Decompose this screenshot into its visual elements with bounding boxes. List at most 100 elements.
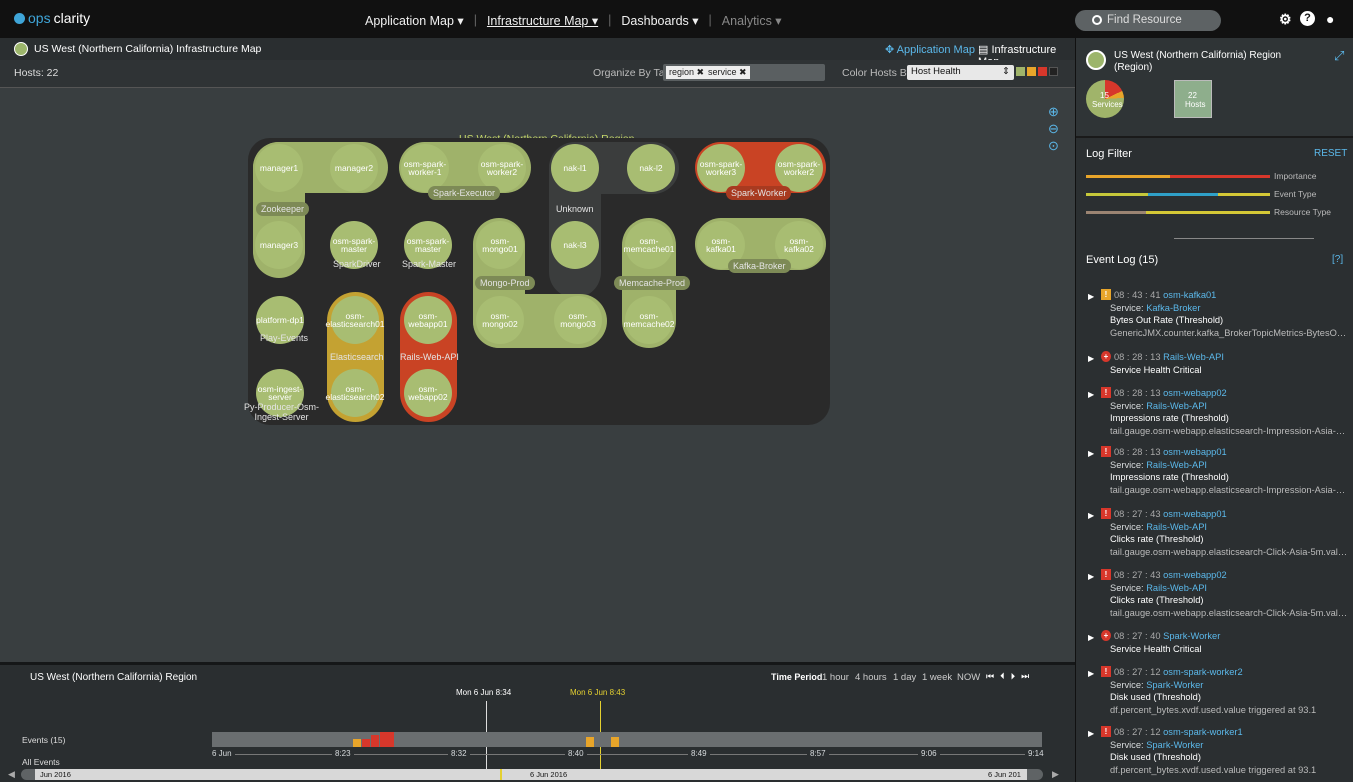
- event-type-filter-a[interactable]: [1086, 193, 1148, 196]
- events-track[interactable]: [212, 732, 1042, 747]
- event-item[interactable]: ▶ ! 08 : 27 : 43 osm-webapp02 Service: R…: [1088, 569, 1350, 619]
- host-osm-spark-worker2b[interactable]: osm-spark- worker2: [775, 144, 823, 192]
- period-4-hours[interactable]: 4 hours: [855, 672, 887, 683]
- host-osm-elasticsearch01[interactable]: osm- elasticsearch01: [325, 296, 385, 344]
- event-bar[interactable]: [353, 739, 361, 747]
- event-service-link[interactable]: Kafka-Broker: [1146, 303, 1200, 313]
- event-resource-link[interactable]: osm-webapp02: [1163, 570, 1227, 580]
- event-log-title: Event Log (15): [1086, 254, 1159, 266]
- expand-arrow-icon[interactable]: ▶: [1088, 291, 1094, 304]
- host-osm-spark-worker3[interactable]: osm-spark- worker3: [697, 144, 745, 192]
- period-now[interactable]: NOW: [957, 672, 980, 683]
- service-label: Service:: [1110, 582, 1144, 593]
- event-log-help[interactable]: [?]: [1332, 254, 1343, 265]
- expand-arrow-icon[interactable]: ▶: [1088, 571, 1094, 584]
- event-type-filter-b[interactable]: [1148, 193, 1218, 196]
- event-item[interactable]: ▶ ! 08 : 28 : 13 osm-webapp02 Service: R…: [1088, 387, 1350, 437]
- event-item[interactable]: ▶ ! 08 : 43 : 41 osm-kafka01 Service: Ka…: [1088, 289, 1350, 339]
- nav-dashboards[interactable]: Dashboards ▾: [621, 13, 698, 28]
- host-osm-memcache02[interactable]: osm- memcache02: [623, 296, 675, 344]
- event-service-link[interactable]: Spark-Worker: [1146, 740, 1203, 750]
- importance-filter-warn[interactable]: [1086, 175, 1170, 178]
- main-nav: Application Map ▾ | Infrastructure Map ▾…: [365, 13, 782, 28]
- period-1-hour[interactable]: 1 hour: [822, 672, 849, 683]
- gear-icon[interactable]: ⚙: [1279, 11, 1292, 28]
- scroll-left-icon[interactable]: ◀: [8, 769, 15, 780]
- expand-arrow-icon[interactable]: ▶: [1088, 353, 1094, 366]
- event-bar[interactable]: [362, 739, 370, 747]
- event-service-link[interactable]: Rails-Web-API: [1146, 522, 1207, 532]
- find-resource-input[interactable]: Find Resource: [1075, 10, 1221, 31]
- color-hosts-select[interactable]: Host Health ⇕: [907, 65, 1014, 80]
- event-item[interactable]: ▶ ! 08 : 27 : 12 osm-spark-worker1 Servi…: [1088, 726, 1350, 776]
- nav-analytics[interactable]: Analytics ▾: [722, 13, 782, 28]
- event-item[interactable]: ▶ ! 08 : 28 : 13 osm-webapp01 Service: R…: [1088, 446, 1350, 496]
- event-resource-link[interactable]: Rails-Web-API: [1163, 352, 1224, 362]
- host-osm-mongo01[interactable]: osm-mongo01: [476, 221, 524, 269]
- event-service-link[interactable]: Rails-Web-API: [1146, 460, 1207, 470]
- expand-arrow-icon[interactable]: ▶: [1088, 389, 1094, 402]
- event-item[interactable]: ▶ ! 08 : 27 : 12 osm-spark-worker2 Servi…: [1088, 666, 1350, 716]
- tag-chip-service[interactable]: service ✖: [705, 66, 750, 79]
- event-service-link[interactable]: Spark-Worker: [1146, 680, 1203, 690]
- user-icon[interactable]: ●: [1326, 11, 1334, 27]
- host-manager3[interactable]: manager3: [255, 221, 303, 269]
- event-resource-link[interactable]: osm-webapp01: [1163, 447, 1227, 457]
- event-item[interactable]: ▶ ! 08 : 27 : 43 osm-webapp01 Service: R…: [1088, 508, 1350, 558]
- host-manager1[interactable]: manager1: [255, 144, 303, 192]
- importance-filter-crit[interactable]: [1170, 175, 1270, 178]
- event-resource-link[interactable]: osm-spark-worker2: [1163, 667, 1243, 677]
- host-osm-elasticsearch02[interactable]: osm- elasticsearch02: [325, 369, 385, 417]
- expand-arrow-icon[interactable]: ▶: [1088, 510, 1094, 523]
- all-events-label: All Events: [22, 757, 60, 767]
- host-nak-l3[interactable]: nak-l3: [551, 221, 599, 269]
- event-resource-link[interactable]: osm-webapp01: [1163, 509, 1227, 519]
- help-icon[interactable]: ?: [1300, 11, 1315, 26]
- host-osm-spark-worker2[interactable]: osm-spark- worker2: [478, 144, 526, 192]
- expand-arrow-icon[interactable]: ▶: [1088, 632, 1094, 645]
- host-nak-l2[interactable]: nak-l2: [627, 144, 675, 192]
- event-item[interactable]: ▶ + 08 : 28 : 13 Rails-Web-API Service H…: [1088, 351, 1350, 376]
- zoom-fit-icon[interactable]: ⊙: [1048, 138, 1059, 154]
- host-osm-mongo03[interactable]: osm-mongo03: [554, 296, 602, 344]
- event-resource-link[interactable]: osm-spark-worker1: [1163, 727, 1243, 737]
- event-resource-link[interactable]: Spark-Worker: [1163, 631, 1220, 641]
- event-bar[interactable]: [380, 732, 394, 747]
- event-bar[interactable]: [371, 735, 379, 747]
- application-map-link[interactable]: ✥ Application Map: [885, 43, 975, 56]
- expand-arrow-icon[interactable]: ▶: [1088, 448, 1094, 461]
- expand-icon[interactable]: ⤢: [1334, 48, 1344, 64]
- zoom-out-icon[interactable]: ⊖: [1048, 121, 1059, 137]
- period-1-week[interactable]: 1 week: [922, 672, 952, 683]
- host-manager2[interactable]: manager2: [330, 144, 378, 192]
- period-1-day[interactable]: 1 day: [893, 672, 916, 683]
- event-item[interactable]: ▶ + 08 : 27 : 40 Spark-Worker Service He…: [1088, 630, 1350, 655]
- timeline-nav-icons[interactable]: ⏮⏴⏵⏭: [986, 671, 1035, 682]
- event-resource-link[interactable]: osm-webapp02: [1163, 388, 1227, 398]
- host-nak-l1[interactable]: nak-l1: [551, 144, 599, 192]
- host-osm-webapp01[interactable]: osm-webapp01: [404, 296, 452, 344]
- zoom-in-icon[interactable]: ⊕: [1048, 104, 1059, 120]
- host-osm-memcache01[interactable]: osm- memcache01: [623, 221, 675, 269]
- host-osm-mongo02[interactable]: osm-mongo02: [476, 296, 524, 344]
- logo[interactable]: ops clarity: [14, 10, 90, 26]
- organize-tag-input[interactable]: region ✖ service ✖: [663, 64, 825, 81]
- host-osm-spark-worker-1[interactable]: osm-spark- worker-1: [401, 144, 449, 192]
- expand-arrow-icon[interactable]: ▶: [1088, 668, 1094, 681]
- expand-arrow-icon[interactable]: ▶: [1088, 728, 1094, 741]
- scroll-right-icon[interactable]: ▶: [1052, 769, 1059, 780]
- resource-type-filter-b[interactable]: [1146, 211, 1270, 214]
- nav-application-map[interactable]: Application Map ▾: [365, 13, 464, 28]
- nav-infrastructure-map[interactable]: Infrastructure Map ▾: [487, 13, 598, 28]
- event-bar[interactable]: [611, 737, 619, 747]
- host-osm-webapp02[interactable]: osm-webapp02: [404, 369, 452, 417]
- reset-button[interactable]: RESET: [1314, 148, 1347, 159]
- event-type-filter-c[interactable]: [1218, 193, 1270, 196]
- tag-chip-region[interactable]: region ✖: [666, 66, 708, 79]
- resource-type-filter-a[interactable]: [1086, 211, 1146, 214]
- event-resource-link[interactable]: osm-kafka01: [1163, 290, 1216, 300]
- event-service-link[interactable]: Rails-Web-API: [1146, 401, 1207, 411]
- event-bar[interactable]: [586, 737, 594, 747]
- service-label: Service:: [1110, 302, 1144, 313]
- event-service-link[interactable]: Rails-Web-API: [1146, 583, 1207, 593]
